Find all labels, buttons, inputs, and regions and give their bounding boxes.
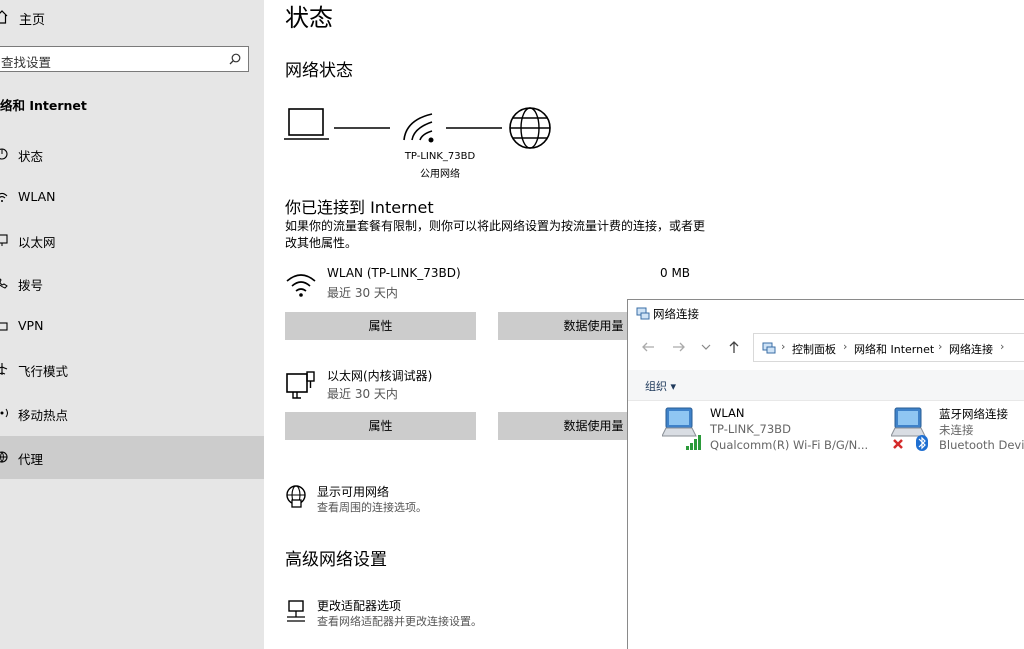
ethernet-connection-name: 以太网(内核调试器)	[327, 369, 433, 383]
network-diagram-graphic	[284, 107, 551, 149]
adapter-device: Qualcomm(R) Wi-Fi B/G/N...	[710, 438, 869, 452]
vpn-icon	[0, 322, 8, 331]
sidebar-item-ethernet[interactable]: 以太网	[0, 219, 264, 262]
breadcrumb-separator: ›	[781, 340, 786, 353]
bluetooth-adapter-item[interactable]: 蓝牙网络连接 未连接 Bluetooth Device	[891, 404, 1024, 458]
wifi-icon	[0, 192, 8, 202]
sidebar-home-label: 主页	[19, 13, 46, 28]
wlan-connection-name: WLAN (TP-LINK_73BD)	[327, 266, 461, 280]
network-connections-window: 网络连接 › 控制面板 › 网络和 Internet › 网络连接 › 组织 ▾	[627, 299, 1024, 649]
adapter-options-description: 查看网络适配器并更改连接设置。	[317, 615, 482, 628]
adapter-device: Bluetooth Device	[939, 438, 1024, 452]
adapter-icon	[287, 600, 305, 622]
sidebar-item-label: 状态	[18, 149, 44, 164]
connected-description: 如果你的流量套餐有限制，则你可以将此网络设置为按流量计费的连接，或者更改其他属性…	[285, 219, 706, 250]
connected-heading: 你已连接到 Internet	[285, 198, 434, 217]
ethernet-properties-button[interactable]: 属性	[285, 412, 476, 440]
show-networks-title: 显示可用网络	[317, 485, 390, 499]
adapter-name: WLAN	[710, 406, 745, 420]
sidebar-item-hotspot[interactable]: 移动热点	[0, 392, 264, 435]
ethernet-connection-period: 最近 30 天内	[327, 387, 398, 401]
wifi-signal-icon	[403, 113, 434, 143]
change-adapter-options-link[interactable]: 更改适配器选项 查看网络适配器并更改连接设置。	[285, 597, 685, 629]
hotspot-icon	[0, 408, 8, 418]
sidebar-home[interactable]: 主页	[0, 0, 264, 36]
breadcrumb-separator: ›	[843, 340, 848, 353]
sidebar-item-label: 代理	[18, 452, 44, 467]
back-arrow-icon[interactable]	[640, 339, 656, 355]
sidebar-item-label: 以太网	[18, 235, 56, 250]
sidebar-item-label: WLAN	[18, 189, 56, 204]
organize-label: 组织	[645, 380, 667, 393]
network-connections-icon	[636, 307, 650, 320]
organize-menu[interactable]: 组织 ▾	[645, 378, 676, 394]
globe-icon	[509, 107, 551, 149]
wlan-connection-period: 最近 30 天内	[327, 286, 398, 300]
sidebar-item-wlan[interactable]: WLAN	[0, 176, 264, 219]
bluetooth-adapter-icon	[891, 407, 928, 451]
command-bar: 组织 ▾	[628, 370, 1024, 401]
navigation-bar: › 控制面板 › 网络和 Internet › 网络连接 ›	[628, 328, 1024, 368]
sidebar-item-label: VPN	[18, 318, 44, 333]
home-icon	[0, 10, 8, 24]
ethernet-icon	[0, 234, 8, 246]
sidebar-item-status[interactable]: 状态	[0, 133, 264, 176]
sidebar-item-dialup[interactable]: 拨号	[0, 262, 264, 305]
status-icon	[0, 148, 8, 160]
show-available-networks-link[interactable]: 显示可用网络 查看周围的连接选项。	[285, 483, 685, 515]
adapter-options-title: 更改适配器选项	[317, 599, 402, 613]
adapter-status: 未连接	[939, 423, 974, 437]
sidebar-item-airplane[interactable]: 飞行模式	[0, 348, 264, 391]
network-type-label: 公用网络	[420, 169, 460, 180]
window-titlebar[interactable]: 网络连接	[628, 300, 1024, 328]
network-status-heading: 网络状态	[285, 61, 353, 81]
up-arrow-icon[interactable]	[726, 339, 742, 355]
network-diagram: TP-LINK_73BD 公用网络	[284, 104, 564, 182]
search-icon[interactable]	[229, 53, 241, 65]
address-bar[interactable]: › 控制面板 › 网络和 Internet › 网络连接 ›	[753, 333, 1024, 362]
recent-dropdown-icon[interactable]	[700, 339, 712, 355]
wlan-properties-button[interactable]: 属性	[285, 312, 476, 340]
breadcrumb-network-internet[interactable]: 网络和 Internet	[854, 341, 934, 357]
breadcrumb-control-panel[interactable]: 控制面板	[792, 341, 836, 357]
settings-search-input[interactable]: 查找设置	[0, 46, 249, 72]
adapter-name: 蓝牙网络连接	[939, 407, 1008, 421]
wlan-adapter-item[interactable]: WLAN TP-LINK_73BD Qualcomm(R) Wi-Fi B/G/…	[662, 404, 872, 458]
globe-network-icon	[286, 485, 306, 508]
proxy-icon	[0, 451, 8, 463]
wlan-data-usage-value: 0 MB	[660, 266, 691, 280]
show-networks-description: 查看周围的连接选项。	[317, 501, 427, 514]
wireless-adapter-icon	[662, 407, 701, 450]
window-title: 网络连接	[653, 307, 699, 321]
breadcrumb-network-connections[interactable]: 网络连接	[949, 341, 993, 357]
airplane-icon	[0, 363, 8, 375]
page-title: 状态	[285, 4, 333, 32]
sidebar-item-label: 移动热点	[18, 408, 69, 423]
dialup-icon	[0, 278, 8, 289]
sidebar-item-proxy[interactable]: 代理	[0, 436, 264, 479]
ethernet-icon	[286, 371, 315, 399]
sidebar-item-label: 飞行模式	[18, 364, 69, 379]
adapter-status: TP-LINK_73BD	[710, 422, 791, 436]
breadcrumb-separator: ›	[938, 340, 943, 353]
wifi-icon	[286, 274, 316, 297]
laptop-icon	[284, 108, 329, 140]
settings-sidebar: 主页 查找设置 络和 Internet 状态 WLAN 以太网 拨号 VPN 飞…	[0, 0, 264, 649]
forward-arrow-icon[interactable]	[671, 339, 687, 355]
search-placeholder: 查找设置	[1, 55, 52, 70]
sidebar-item-label: 拨号	[18, 278, 44, 293]
sidebar-item-vpn[interactable]: VPN	[0, 305, 264, 348]
network-ssid-label: TP-LINK_73BD	[404, 151, 476, 162]
advanced-network-settings-heading: 高级网络设置	[285, 550, 387, 570]
breadcrumb-separator: ›	[1000, 340, 1005, 353]
sidebar-section-title: 络和 Internet	[0, 98, 87, 113]
control-panel-icon	[762, 342, 776, 354]
